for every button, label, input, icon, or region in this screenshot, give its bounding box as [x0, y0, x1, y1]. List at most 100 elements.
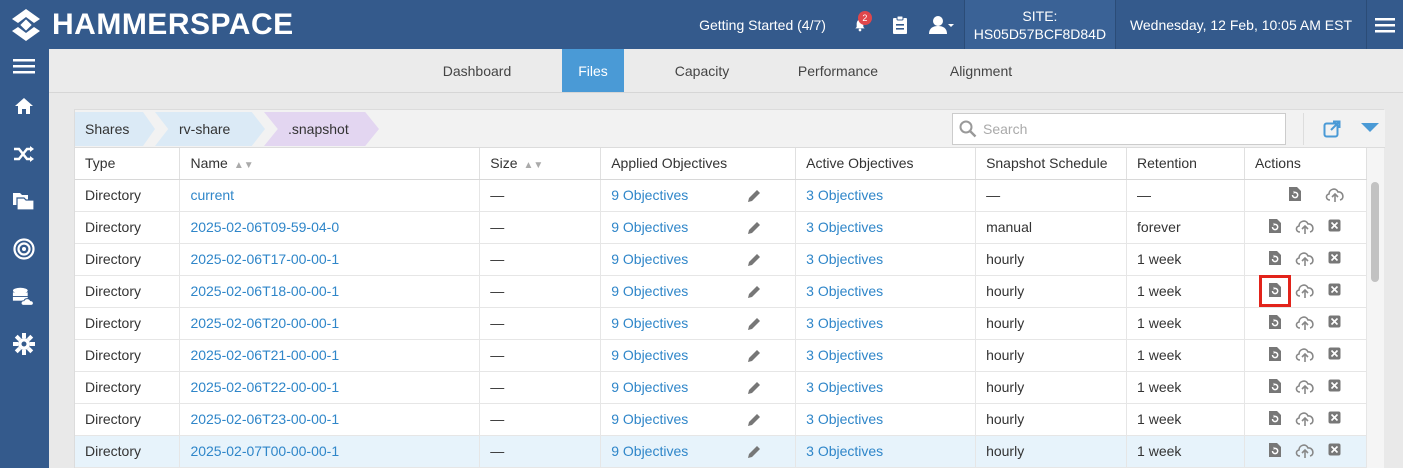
applied-objectives-link[interactable]: 9 Objectives: [611, 315, 688, 331]
table-row[interactable]: Directory 2025-02-06T21-00-00-1 — 9 Obje…: [75, 339, 1368, 372]
tasks-button[interactable]: [880, 0, 920, 49]
name-link[interactable]: 2025-02-06T09-59-04-0: [190, 219, 339, 235]
column-header-type[interactable]: Type: [75, 148, 181, 180]
tab-alignment[interactable]: Alignment: [925, 49, 1037, 92]
table-row[interactable]: Directory 2025-02-07T00-00-00-1 — 9 Obje…: [75, 435, 1368, 468]
active-objectives-link[interactable]: 3 Objectives: [806, 379, 883, 395]
cell-name[interactable]: 2025-02-06T20-00-00-1: [179, 307, 481, 340]
applied-objectives-link[interactable]: 9 Objectives: [611, 411, 688, 427]
restore-snapshot-button[interactable]: [1258, 275, 1291, 307]
pencil-icon[interactable]: [747, 253, 761, 270]
sort-icon[interactable]: ▲▼: [234, 160, 254, 171]
scrollbar-thumb[interactable]: [1371, 182, 1379, 282]
delete-snapshot-button[interactable]: [1325, 313, 1345, 333]
applied-objectives-link[interactable]: 9 Objectives: [611, 251, 688, 267]
applied-objectives-link[interactable]: 9 Objectives: [611, 347, 688, 363]
restore-snapshot-button[interactable]: [1265, 345, 1285, 365]
name-link[interactable]: current: [190, 187, 234, 203]
breadcrumb-snapshot[interactable]: .snapshot: [264, 112, 379, 146]
pencil-icon[interactable]: [747, 221, 761, 238]
cell-name[interactable]: current: [179, 179, 481, 212]
cell-name[interactable]: 2025-02-07T00-00-00-1: [179, 435, 481, 468]
delete-snapshot-button[interactable]: [1325, 345, 1345, 365]
restore-snapshot-button[interactable]: [1265, 249, 1285, 269]
sort-icon[interactable]: ▲▼: [524, 160, 544, 171]
storage-cloud-icon[interactable]: [12, 285, 36, 309]
notifications-button[interactable]: 2: [840, 0, 880, 49]
upload-button[interactable]: [1325, 185, 1345, 205]
active-objectives-link[interactable]: 3 Objectives: [806, 443, 883, 459]
pencil-icon[interactable]: [747, 413, 761, 430]
pencil-icon[interactable]: [747, 349, 761, 366]
delete-snapshot-button[interactable]: [1325, 377, 1345, 397]
name-link[interactable]: 2025-02-06T20-00-00-1: [190, 315, 339, 331]
table-row[interactable]: Directory current — 9 Objectives 3 Objec…: [75, 179, 1368, 212]
cell-name[interactable]: 2025-02-06T17-00-00-1: [179, 243, 481, 276]
active-objectives-link[interactable]: 3 Objectives: [806, 283, 883, 299]
name-link[interactable]: 2025-02-07T00-00-00-1: [190, 443, 339, 459]
name-link[interactable]: 2025-02-06T18-00-00-1: [190, 283, 339, 299]
search-box[interactable]: [952, 113, 1286, 145]
pencil-icon[interactable]: [747, 189, 761, 206]
table-row[interactable]: Directory 2025-02-06T18-00-00-1 — 9 Obje…: [75, 275, 1368, 308]
restore-snapshot-button[interactable]: [1285, 185, 1305, 205]
applied-objectives-link[interactable]: 9 Objectives: [611, 219, 688, 235]
active-objectives-link[interactable]: 3 Objectives: [806, 315, 883, 331]
name-link[interactable]: 2025-02-06T23-00-00-1: [190, 411, 339, 427]
sidebar-menu-icon[interactable]: [12, 54, 36, 78]
active-objectives-link[interactable]: 3 Objectives: [806, 187, 883, 203]
table-row[interactable]: Directory 2025-02-06T17-00-00-1 — 9 Obje…: [75, 243, 1368, 276]
upload-button[interactable]: [1295, 409, 1315, 429]
restore-snapshot-button[interactable]: [1265, 217, 1285, 237]
name-link[interactable]: 2025-02-06T21-00-00-1: [190, 347, 339, 363]
upload-button[interactable]: [1295, 377, 1315, 397]
target-icon[interactable]: [12, 237, 36, 261]
shares-icon[interactable]: [12, 189, 36, 213]
logo[interactable]: HAMMERSPACE: [0, 0, 294, 49]
pencil-icon[interactable]: [747, 285, 761, 302]
cell-name[interactable]: 2025-02-06T09-59-04-0: [179, 211, 481, 244]
column-header-name[interactable]: Name ▲▼: [179, 148, 481, 180]
breadcrumb-rv-share[interactable]: rv-share: [155, 112, 265, 146]
delete-snapshot-button[interactable]: [1325, 409, 1345, 429]
upload-button[interactable]: [1295, 217, 1315, 237]
restore-snapshot-button[interactable]: [1265, 441, 1285, 461]
restore-snapshot-button[interactable]: [1265, 377, 1285, 397]
pencil-icon[interactable]: [747, 381, 761, 398]
user-menu-button[interactable]: [920, 0, 964, 49]
upload-button[interactable]: [1295, 313, 1315, 333]
delete-snapshot-button[interactable]: [1325, 217, 1345, 237]
upload-button[interactable]: [1295, 441, 1315, 461]
active-objectives-link[interactable]: 3 Objectives: [806, 251, 883, 267]
export-button[interactable]: [1303, 113, 1359, 145]
delete-snapshot-button[interactable]: [1325, 441, 1345, 461]
main-menu-button[interactable]: [1367, 0, 1403, 49]
table-scrollbar[interactable]: [1367, 148, 1384, 468]
upload-button[interactable]: [1295, 249, 1315, 269]
applied-objectives-link[interactable]: 9 Objectives: [611, 187, 688, 203]
table-row[interactable]: Directory 2025-02-06T22-00-00-1 — 9 Obje…: [75, 371, 1368, 404]
delete-snapshot-button[interactable]: [1325, 249, 1345, 269]
pencil-icon[interactable]: [747, 317, 761, 334]
name-link[interactable]: 2025-02-06T17-00-00-1: [190, 251, 339, 267]
options-dropdown-caret[interactable]: [1361, 123, 1379, 132]
table-row[interactable]: Directory 2025-02-06T20-00-00-1 — 9 Obje…: [75, 307, 1368, 340]
active-objectives-link[interactable]: 3 Objectives: [806, 219, 883, 235]
breadcrumb-shares[interactable]: Shares: [75, 112, 155, 146]
getting-started-link[interactable]: Getting Started (4/7): [685, 0, 840, 49]
cell-name[interactable]: 2025-02-06T21-00-00-1: [179, 339, 481, 372]
home-icon[interactable]: [12, 94, 36, 118]
applied-objectives-link[interactable]: 9 Objectives: [611, 283, 688, 299]
restore-snapshot-button[interactable]: [1265, 409, 1285, 429]
tab-performance[interactable]: Performance: [779, 49, 897, 92]
cell-name[interactable]: 2025-02-06T18-00-00-1: [179, 275, 481, 308]
tab-dashboard[interactable]: Dashboard: [419, 49, 535, 92]
tab-files[interactable]: Files: [562, 49, 624, 92]
pencil-icon[interactable]: [747, 445, 761, 462]
active-objectives-link[interactable]: 3 Objectives: [806, 411, 883, 427]
delete-snapshot-button[interactable]: [1325, 281, 1345, 301]
tab-capacity[interactable]: Capacity: [652, 49, 752, 92]
active-objectives-link[interactable]: 3 Objectives: [806, 347, 883, 363]
restore-snapshot-button[interactable]: [1265, 313, 1285, 333]
applied-objectives-link[interactable]: 9 Objectives: [611, 443, 688, 459]
